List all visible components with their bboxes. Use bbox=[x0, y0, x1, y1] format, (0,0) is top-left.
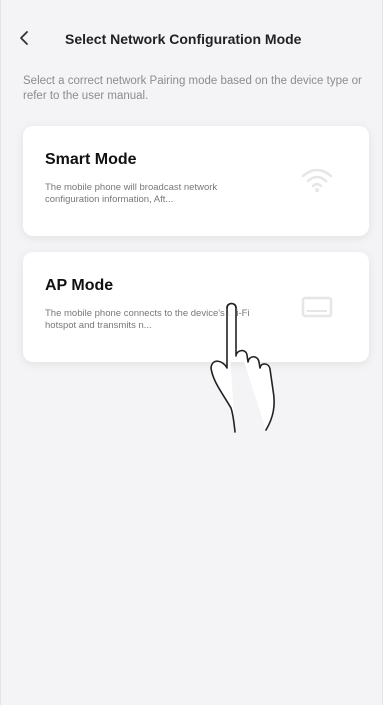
smart-mode-description: The mobile phone will broadcast network … bbox=[45, 182, 218, 205]
back-button[interactable] bbox=[13, 26, 37, 50]
page-description: Select a correct network Pairing mode ba… bbox=[23, 75, 362, 102]
smart-mode-title: Smart Mode bbox=[45, 151, 137, 168]
ap-mode-title: AP Mode bbox=[45, 277, 114, 294]
router-icon bbox=[301, 296, 333, 318]
network-config-screen: Select Network Configuration Mode Select… bbox=[0, 0, 383, 705]
page-title: Select Network Configuration Mode bbox=[65, 31, 302, 47]
header: Select Network Configuration Mode bbox=[1, 0, 382, 74]
ap-mode-description: The mobile phone connects to the device'… bbox=[45, 308, 250, 331]
chevron-left-icon bbox=[20, 31, 28, 45]
smart-mode-card[interactable]: Smart Mode The mobile phone will broadca… bbox=[23, 126, 369, 236]
ap-mode-card[interactable]: AP Mode The mobile phone connects to the… bbox=[23, 252, 369, 362]
wifi-icon bbox=[301, 168, 333, 192]
